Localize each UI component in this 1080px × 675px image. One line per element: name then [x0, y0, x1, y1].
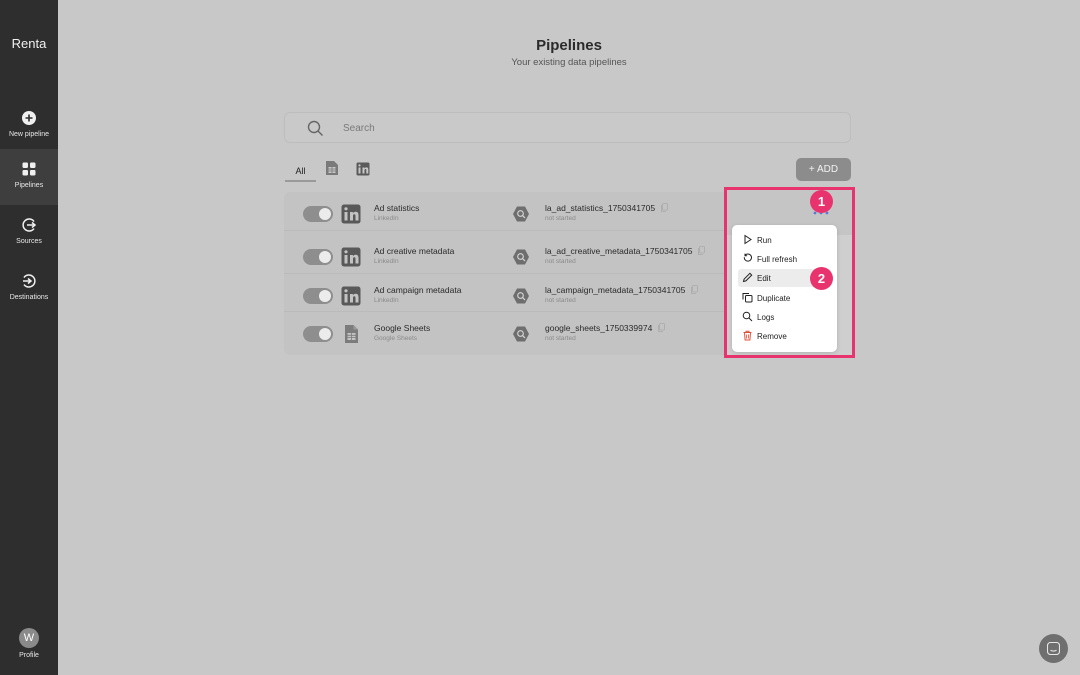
- google-sheets-icon: [345, 325, 358, 343]
- pipeline-name: Ad statistics: [374, 203, 420, 213]
- pipeline-name: Ad campaign metadata: [374, 284, 462, 295]
- sidebar-item-destinations[interactable]: Destinations: [0, 261, 58, 317]
- menu-item-label: Remove: [757, 332, 787, 341]
- table-name: la_ad_statistics_1750341705: [545, 203, 656, 213]
- play-icon: [744, 234, 752, 245]
- copy-icon[interactable]: [658, 323, 666, 332]
- pipeline-source: LinkedIn: [374, 258, 399, 265]
- pipeline-toggle[interactable]: [303, 287, 333, 304]
- linkedin-icon: [341, 247, 361, 267]
- pipeline-toggle[interactable]: [303, 206, 333, 222]
- copy-icon[interactable]: [661, 203, 669, 212]
- sidebar-item-sources[interactable]: Sources: [0, 205, 58, 261]
- search-bar[interactable]: [284, 112, 851, 143]
- pipeline-name: Google Sheets: [374, 323, 431, 333]
- bigquery-icon: [513, 288, 529, 303]
- menu-item-label: Edit: [757, 274, 771, 283]
- profile-label[interactable]: Profile: [0, 652, 58, 659]
- annotation-badge-2: 2: [810, 267, 833, 290]
- toggle-knob: [319, 251, 331, 263]
- annotation-badge-1: 1: [810, 190, 833, 213]
- brand-logo: Renta: [11, 36, 47, 51]
- menu-item-duplicate[interactable]: Duplicate: [738, 289, 831, 307]
- chat-icon: [1047, 642, 1060, 655]
- pipeline-status: not started: [545, 215, 576, 222]
- search-icon: [742, 311, 753, 322]
- pipeline-table: la_campaign_metadata_1750341705: [545, 284, 699, 295]
- add-pipeline-button[interactable]: + ADD: [796, 158, 851, 181]
- pipeline-toggle[interactable]: [303, 249, 333, 265]
- linkedin-icon: [341, 286, 361, 305]
- page-subtitle: Your existing data pipelines: [511, 57, 627, 68]
- pipeline-source: LinkedIn: [374, 296, 399, 304]
- refresh-icon: [743, 253, 752, 262]
- bigquery-icon: [513, 206, 529, 222]
- pipeline-status: not started: [545, 258, 576, 265]
- toggle-knob: [319, 328, 331, 340]
- sidebar-item-label: Destinations: [9, 294, 49, 301]
- trash-icon: [743, 330, 752, 341]
- search-input[interactable]: [343, 119, 823, 137]
- copy-icon[interactable]: [691, 284, 699, 294]
- pipeline-toggle[interactable]: [303, 326, 333, 342]
- pencil-icon: [742, 272, 753, 283]
- tab-all[interactable]: All: [285, 160, 316, 182]
- table-name: google_sheets_1750339974: [545, 323, 653, 333]
- plus-circle-icon: [22, 111, 36, 125]
- pipeline-table: la_ad_creative_metadata_1750341705: [545, 246, 706, 256]
- avatar[interactable]: W: [19, 628, 39, 648]
- sidebar: Renta New pipeline Pipelines Sources Des…: [0, 0, 58, 675]
- menu-item-logs[interactable]: Logs: [738, 308, 831, 326]
- sidebar-item-label: New pipeline: [8, 131, 50, 138]
- table-name: la_ad_creative_metadata_1750341705: [545, 246, 693, 256]
- page-title: Pipelines: [536, 37, 602, 54]
- bigquery-icon: [513, 249, 529, 265]
- table-name: la_campaign_metadata_1750341705: [545, 284, 686, 295]
- pipeline-table: la_ad_statistics_1750341705: [545, 203, 669, 213]
- pipeline-name: Ad creative metadata: [374, 246, 455, 256]
- pipeline-status: not started: [545, 335, 576, 342]
- destination-icon: [23, 274, 36, 288]
- menu-item-label: Full refresh: [757, 255, 798, 264]
- chat-button[interactable]: [1039, 634, 1068, 663]
- sidebar-item-label: Sources: [16, 238, 42, 245]
- sidebar-item-pipelines[interactable]: Pipelines: [0, 149, 58, 205]
- menu-item-label: Logs: [757, 313, 775, 322]
- google-sheets-icon[interactable]: [325, 160, 339, 176]
- pipeline-source: LinkedIn: [374, 215, 399, 222]
- sidebar-item-new-pipeline[interactable]: New pipeline: [0, 98, 58, 154]
- source-icon: [22, 218, 37, 232]
- toggle-knob: [319, 208, 331, 220]
- menu-item-remove[interactable]: Remove: [738, 327, 831, 345]
- menu-item-label: Run: [757, 236, 772, 245]
- duplicate-icon: [742, 293, 753, 303]
- pipeline-status: not started: [545, 296, 576, 304]
- linkedin-icon[interactable]: [356, 161, 370, 177]
- search-icon: [307, 120, 323, 136]
- pipeline-source: Google Sheets: [374, 335, 418, 342]
- menu-item-full-refresh[interactable]: Full refresh: [738, 250, 831, 268]
- grid-icon: [22, 162, 36, 176]
- copy-icon[interactable]: [698, 246, 706, 255]
- sidebar-item-label: Pipelines: [14, 182, 44, 189]
- bigquery-icon: [513, 326, 529, 342]
- menu-item-label: Duplicate: [757, 294, 791, 303]
- toggle-knob: [319, 289, 331, 302]
- linkedin-icon: [341, 204, 361, 224]
- menu-item-run[interactable]: Run: [738, 231, 831, 249]
- pipeline-table: google_sheets_1750339974: [545, 323, 666, 333]
